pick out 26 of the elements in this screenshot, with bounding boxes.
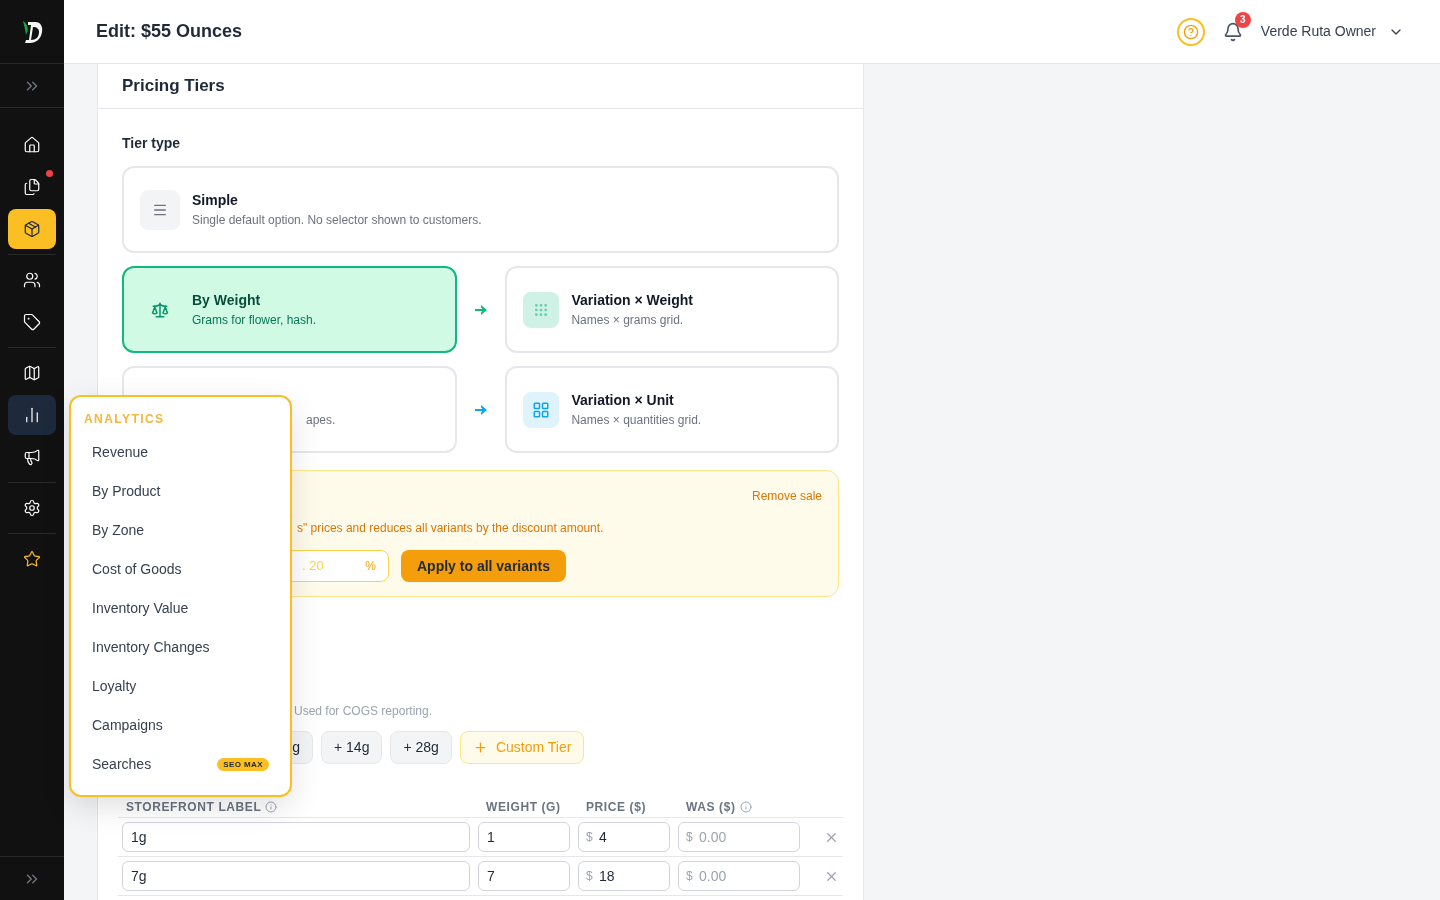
tier-title: By Weight: [192, 291, 262, 310]
column-header: WAS ($): [686, 798, 736, 816]
percent-suffix: %: [365, 558, 376, 575]
column-header: WEIGHT (G): [486, 798, 561, 816]
cost-hint: Used for COGS reporting.: [293, 703, 434, 719]
input-placeholder: . 20: [302, 557, 324, 576]
notification-count: 3: [1234, 11, 1251, 28]
currency-prefix: $: [686, 868, 693, 884]
tier-description: Names × quantities grid.: [571, 412, 702, 429]
plan-badge: SEO MAX: [217, 758, 269, 771]
tier-description: Names × grams grid.: [571, 312, 685, 329]
tier-title: Variation × Unit: [571, 391, 675, 410]
tier-title: Variation × Weight: [571, 291, 693, 310]
tier-description: apes.: [306, 411, 336, 429]
currency-prefix: $: [586, 868, 593, 884]
column-header: STOREFRONT LABEL: [126, 798, 262, 816]
column-header: PRICE ($): [586, 798, 647, 816]
section-title: Pricing Tiers: [122, 75, 225, 98]
tier-description: Grams for flower, hash.: [192, 312, 317, 329]
page-title: Edit: $55 Ounces: [96, 20, 243, 43]
tier-title: Simple: [192, 191, 239, 210]
tier-description: Single default option. No selector shown to customers.: [192, 212, 482, 229]
field-label: Tier type: [122, 134, 182, 152]
menu-heading: ANALYTICS: [83, 411, 166, 428]
currency-prefix: $: [586, 829, 593, 845]
currency-prefix: $: [686, 829, 693, 845]
